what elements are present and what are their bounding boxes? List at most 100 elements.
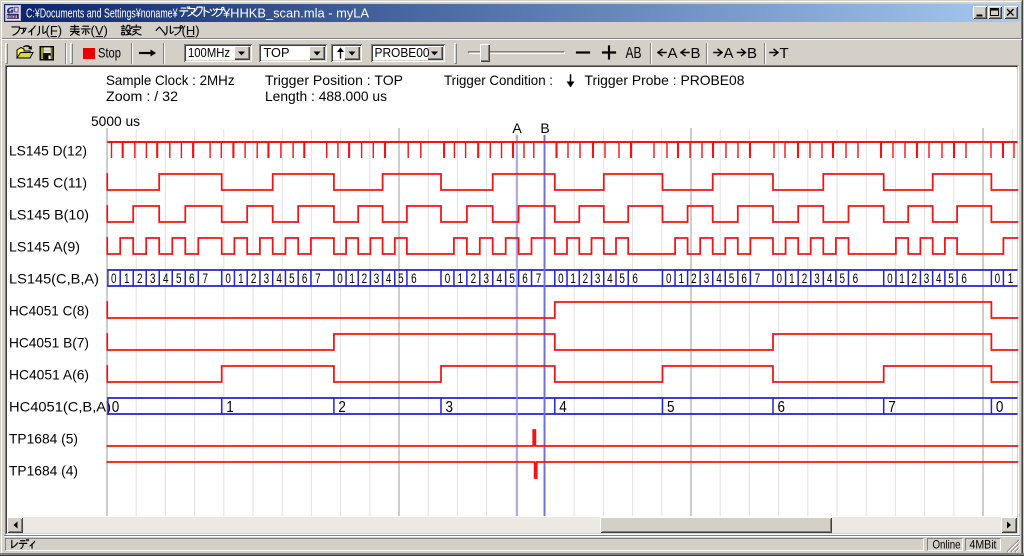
svg-text:AB: AB [626,45,642,62]
svg-text:6: 6 [411,271,417,286]
svg-text:3: 3 [595,271,601,286]
svg-text:1: 1 [226,399,234,416]
svg-text:6: 6 [961,271,967,286]
svg-text:2: 2 [362,271,368,286]
svg-text:7: 7 [888,399,896,416]
svg-text:6: 6 [302,271,308,286]
svg-text:Length : 488.000 us: Length : 488.000 us [265,88,387,104]
svg-text:0: 0 [558,271,564,286]
svg-text:Sample Clock : 2MHz: Sample Clock : 2MHz [106,72,235,88]
svg-text:6: 6 [189,271,195,286]
svg-text:0: 0 [445,271,451,286]
svg-text:LS145 D(12): LS145 D(12) [9,143,87,159]
svg-text:B: B [540,120,549,136]
svg-text:0: 0 [996,399,1004,416]
svg-text:2: 2 [691,271,697,286]
svg-text:1: 1 [349,271,355,286]
svg-text:2: 2 [251,271,257,286]
svg-text:5: 5 [667,399,675,416]
svg-text:5: 5 [839,271,845,286]
svg-text:6: 6 [632,271,638,286]
svg-text:LS145 C(11): LS145 C(11) [9,175,87,191]
svg-text:5: 5 [289,271,295,286]
svg-text:3: 3 [704,271,710,286]
svg-text:HC4051(C,B,A): HC4051(C,B,A) [9,399,111,415]
svg-text:Zoom : / 32: Zoom : / 32 [106,88,178,104]
svg-text:LS145 A(9): LS145 A(9) [9,239,80,255]
svg-text:(H): (H) [182,23,200,38]
svg-text:T: T [780,45,789,62]
svg-text:Stop: Stop [98,45,121,61]
svg-text:3: 3 [814,271,820,286]
svg-text:0: 0 [112,399,120,416]
svg-text:(V): (V) [91,23,108,38]
svg-text:1: 1 [1008,271,1014,286]
svg-text:0: 0 [225,271,231,286]
svg-text:2: 2 [338,399,346,416]
svg-text:5: 5 [398,271,404,286]
svg-text:5000 us: 5000 us [91,113,140,129]
svg-text:PROBE00: PROBE00 [375,45,430,60]
svg-text:4: 4 [386,271,392,286]
svg-text:5: 5 [729,271,735,286]
svg-text:TOP: TOP [264,45,290,60]
svg-text:7: 7 [755,271,761,286]
svg-text:5: 5 [509,271,515,286]
svg-text:1: 1 [789,271,795,286]
svg-text:3: 3 [484,271,490,286]
svg-text:0: 0 [111,271,117,286]
svg-text:0: 0 [887,271,893,286]
svg-text:HC4051 A(6): HC4051 A(6) [9,367,89,383]
svg-text:3: 3 [924,271,930,286]
svg-text:4: 4 [936,271,942,286]
svg-text:Online: Online [933,538,961,552]
svg-text:2: 2 [471,271,477,286]
svg-text:2: 2 [583,271,589,286]
svg-text:4: 4 [496,271,502,286]
svg-text:LS145 B(10): LS145 B(10) [9,207,89,223]
svg-text:1: 1 [679,271,685,286]
svg-text:4MBit: 4MBit [970,538,998,552]
svg-text:5: 5 [176,271,182,286]
svg-text:0: 0 [666,271,672,286]
svg-text:7: 7 [536,271,542,286]
svg-text:4: 4 [559,399,567,416]
svg-text:2: 2 [912,271,918,286]
svg-text:HC4051 C(8): HC4051 C(8) [9,303,89,319]
svg-text:0: 0 [777,271,783,286]
svg-text:0: 0 [995,271,1001,286]
svg-text:7: 7 [202,271,208,286]
svg-text:4: 4 [607,271,613,286]
svg-text:LS145(C,B,A): LS145(C,B,A) [9,271,99,287]
svg-text:¥HHKB_scan.mla - myLA: ¥HHKB_scan.mla - myLA [222,6,369,21]
svg-text:7: 7 [315,271,321,286]
svg-text:B: B [747,45,757,62]
svg-text:4: 4 [827,271,833,286]
svg-text:6: 6 [522,271,528,286]
svg-text:HC4051 B(7): HC4051 B(7) [9,335,89,351]
svg-text:TP1684 (5): TP1684 (5) [9,431,78,447]
svg-text:2: 2 [137,271,143,286]
svg-text:C:¥Documents and Settings¥nona: C:¥Documents and Settings¥noname¥ [26,6,178,21]
svg-text:Trigger Position : TOP: Trigger Position : TOP [265,72,403,88]
svg-text:3: 3 [446,399,454,416]
svg-text:1: 1 [899,271,905,286]
svg-text:5: 5 [948,271,954,286]
svg-text:2: 2 [802,271,808,286]
svg-text:5: 5 [619,271,625,286]
svg-text:B: B [691,45,701,62]
svg-text:4: 4 [276,271,282,286]
svg-text:4: 4 [163,271,169,286]
svg-text:1: 1 [458,271,464,286]
svg-text:A: A [512,120,522,136]
svg-text:3: 3 [374,271,380,286]
svg-text:TP1684 (4): TP1684 (4) [9,463,78,479]
svg-text:3: 3 [150,271,156,286]
svg-text:100MHz: 100MHz [188,45,230,60]
svg-text:Trigger Condition :: Trigger Condition : [444,72,553,88]
svg-text:6: 6 [741,271,747,286]
svg-text:6: 6 [853,271,859,286]
svg-text:4: 4 [716,271,722,286]
svg-text:A: A [668,45,678,62]
svg-text:Trigger Probe : PROBE08: Trigger Probe : PROBE08 [585,72,745,88]
